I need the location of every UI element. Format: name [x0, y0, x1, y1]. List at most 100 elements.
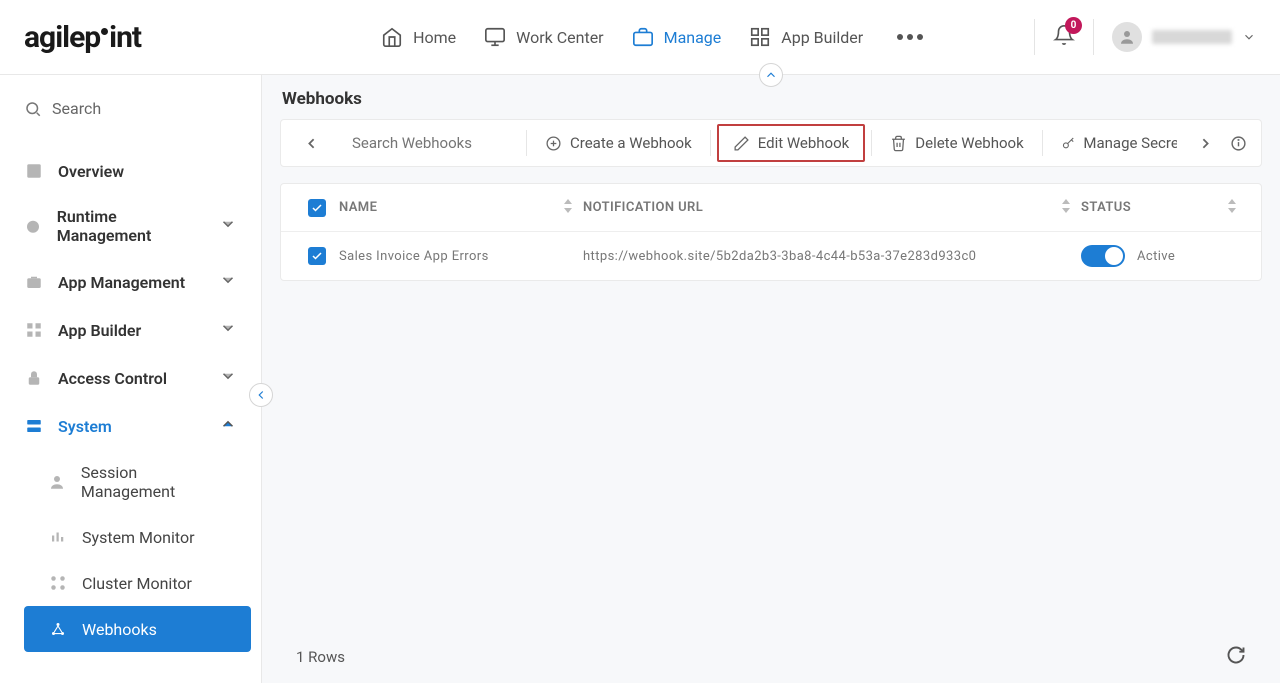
sidebar-item-label: System	[58, 417, 112, 436]
sidebar-sub-sysmon[interactable]: System Monitor	[24, 514, 251, 560]
sidebar-item-app-builder[interactable]: App Builder	[0, 306, 261, 354]
sidebar-item-label: Session Management	[81, 463, 227, 501]
grid-icon	[749, 26, 771, 48]
webhooks-table: Name Notification URL Status Sales Invoi…	[280, 183, 1262, 281]
search-input[interactable]	[352, 134, 512, 152]
sidebar-item-label: Access Control	[58, 369, 167, 388]
lock-icon	[25, 369, 43, 387]
sidebar-item-label: Overview	[58, 162, 124, 181]
status-label: Active	[1137, 249, 1175, 264]
row-checkbox[interactable]	[308, 247, 326, 265]
manage-secrets-label: Manage Secrets	[1083, 134, 1176, 152]
chart-icon	[25, 162, 43, 180]
sidebar: Search Overview Runtime Management App M…	[0, 75, 262, 683]
notifications-badge: 0	[1065, 17, 1082, 34]
sidebar-item-label: Runtime Management	[57, 207, 205, 245]
sort-status[interactable]	[1227, 199, 1237, 217]
nav-work-center[interactable]: Work Center	[484, 26, 603, 48]
chevron-down-icon	[219, 367, 237, 385]
bars-icon	[49, 528, 67, 546]
nav-work-center-label: Work Center	[516, 28, 603, 47]
chevron-up-icon	[764, 68, 778, 82]
search-icon	[24, 100, 42, 118]
briefcase-icon	[25, 273, 43, 291]
nav-more[interactable]	[897, 34, 923, 40]
nav-app-builder[interactable]: App Builder	[749, 26, 863, 48]
sidebar-sub-session[interactable]: Session Management	[24, 450, 251, 514]
sidebar-item-runtime[interactable]: Runtime Management	[0, 194, 261, 258]
chevron-down-icon	[1242, 30, 1256, 44]
nav-home-label: Home	[413, 28, 456, 47]
stopwatch-icon	[24, 217, 42, 235]
chevron-right-icon	[1197, 135, 1214, 152]
toolbar-back[interactable]	[291, 129, 332, 158]
edit-webhook-label: Edit Webhook	[758, 134, 850, 152]
plus-circle-icon	[545, 135, 562, 152]
column-url: Notification URL	[583, 200, 703, 215]
toolbar-scroll-right[interactable]	[1193, 131, 1218, 156]
sidebar-search-placeholder: Search	[52, 99, 101, 118]
sidebar-item-app-management[interactable]: App Management	[0, 258, 261, 306]
sidebar-sub-webhooks[interactable]: Webhooks	[24, 606, 251, 652]
webhook-icon	[49, 620, 67, 638]
sidebar-item-system[interactable]: System	[0, 402, 261, 450]
monitor-icon	[484, 26, 506, 48]
sort-url[interactable]	[1061, 199, 1071, 217]
chevron-down-icon	[219, 215, 237, 233]
collapse-sidebar-button[interactable]	[249, 383, 273, 407]
username	[1152, 30, 1232, 44]
toolbar: Create a Webhook Edit Webhook Delete Web…	[280, 119, 1262, 167]
main-content: Webhooks Create a Webhook Edit Webhook	[262, 75, 1280, 683]
toolbar-search[interactable]	[342, 134, 512, 152]
logo: agilepint	[24, 20, 141, 55]
edit-webhook-button[interactable]: Edit Webhook	[717, 124, 866, 162]
server-icon	[25, 417, 43, 435]
sidebar-item-label: Cluster Monitor	[82, 574, 192, 593]
sidebar-search[interactable]: Search	[0, 87, 261, 130]
trash-icon	[890, 135, 907, 152]
chevron-up-icon	[219, 415, 237, 433]
briefcase-icon	[632, 26, 654, 48]
sort-name[interactable]	[563, 199, 573, 217]
info-icon	[1230, 135, 1247, 152]
select-all-checkbox[interactable]	[308, 199, 326, 217]
sidebar-item-access-control[interactable]: Access Control	[0, 354, 261, 402]
refresh-button[interactable]	[1226, 645, 1246, 669]
sidebar-item-label: App Management	[58, 273, 185, 292]
refresh-icon	[1226, 645, 1246, 665]
chevron-left-icon	[254, 388, 268, 402]
row-count: 1 Rows	[296, 648, 345, 666]
chevron-down-icon	[219, 271, 237, 289]
table-row[interactable]: Sales Invoice App Errors https://webhook…	[281, 232, 1261, 280]
create-webhook-button[interactable]: Create a Webhook	[533, 128, 704, 158]
page-title: Webhooks	[280, 89, 1262, 119]
row-url: https://webhook.site/5b2da2b3-3ba8-4c44-…	[583, 249, 976, 264]
key-icon	[1061, 135, 1076, 152]
notifications-bell[interactable]: 0	[1053, 24, 1075, 50]
sidebar-sub-cluster[interactable]: Cluster Monitor	[24, 560, 251, 606]
manage-secrets-button[interactable]: Manage Secrets	[1049, 128, 1189, 158]
sidebar-item-overview[interactable]: Overview	[0, 148, 261, 194]
user-menu[interactable]	[1112, 22, 1256, 52]
home-icon	[381, 26, 403, 48]
edit-icon	[733, 135, 750, 152]
nav-home[interactable]: Home	[381, 26, 456, 48]
chevron-left-icon	[303, 135, 320, 152]
grid-icon	[25, 321, 43, 339]
nav-manage[interactable]: Manage	[632, 26, 722, 48]
delete-webhook-button[interactable]: Delete Webhook	[878, 128, 1035, 158]
user-icon	[48, 473, 66, 491]
toolbar-info[interactable]	[1226, 131, 1251, 156]
avatar	[1112, 22, 1142, 52]
cluster-icon	[49, 574, 67, 592]
nav-manage-label: Manage	[664, 28, 722, 47]
status-toggle[interactable]	[1081, 245, 1125, 267]
collapse-header-button[interactable]	[759, 63, 783, 87]
nav-app-builder-label: App Builder	[781, 28, 863, 47]
create-webhook-label: Create a Webhook	[570, 134, 692, 152]
chevron-down-icon	[219, 319, 237, 337]
sidebar-item-label: App Builder	[58, 321, 141, 340]
sidebar-item-label: System Monitor	[82, 528, 195, 547]
row-name: Sales Invoice App Errors	[339, 249, 489, 264]
column-status: Status	[1081, 200, 1131, 215]
